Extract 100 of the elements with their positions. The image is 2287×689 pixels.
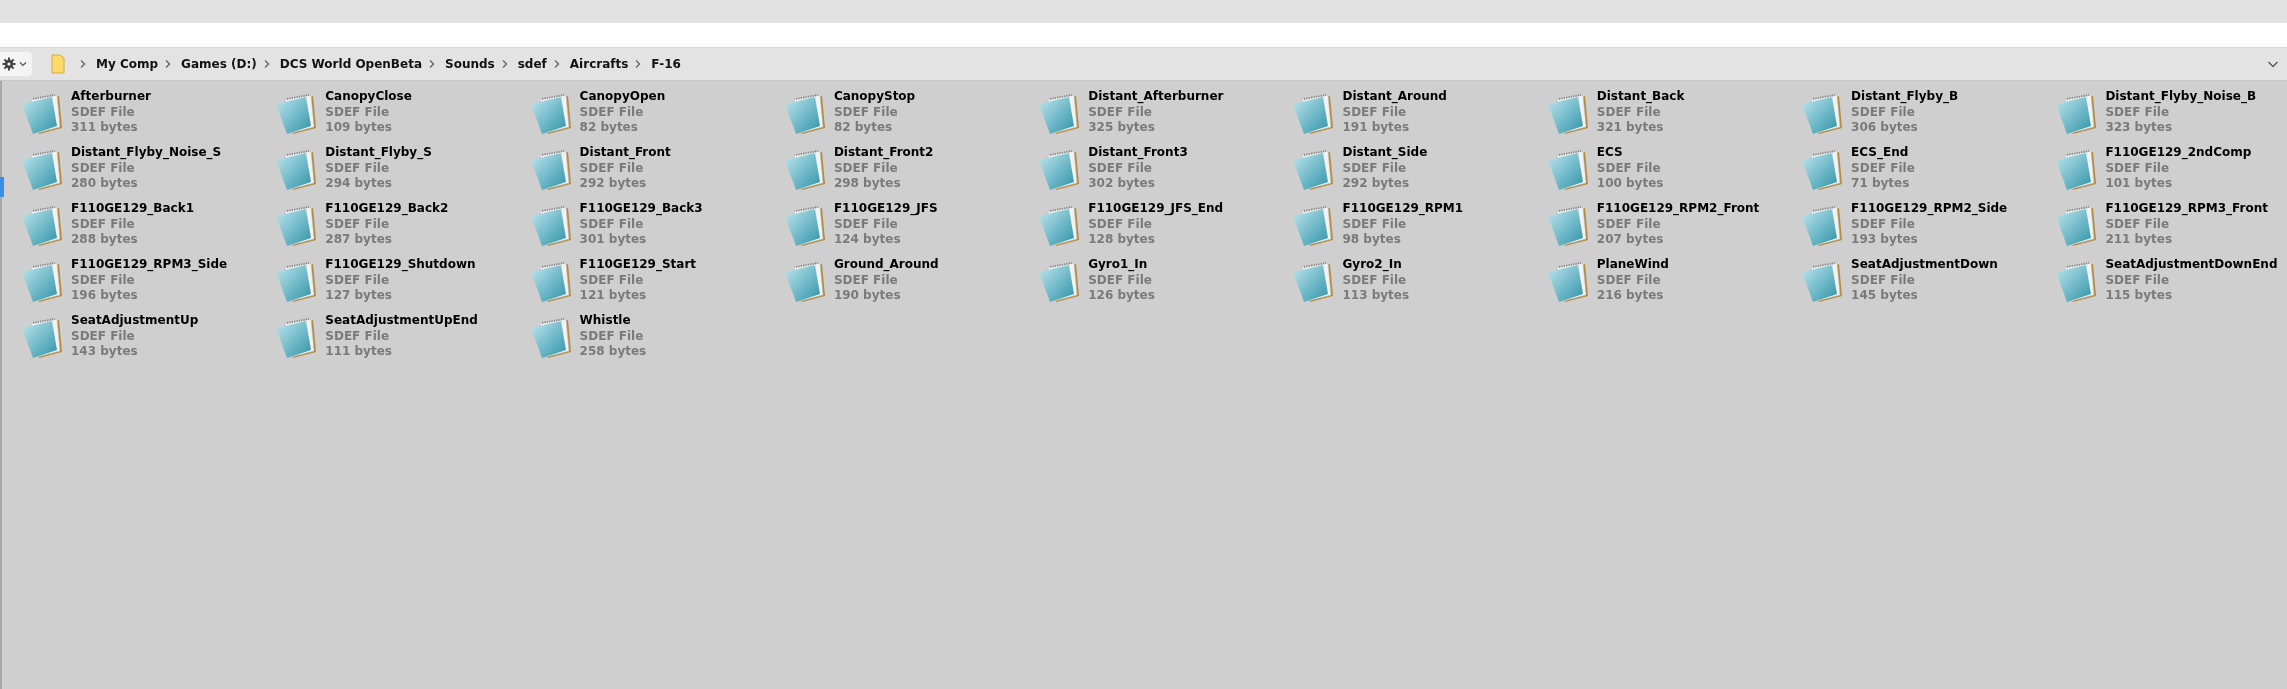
file-type: SDEF File	[579, 216, 645, 232]
file-item[interactable]: CanopyOpen SDEF File 82 bytes	[527, 88, 782, 144]
file-item[interactable]: SeatAdjustmentUp SDEF File 143 bytes	[19, 312, 274, 368]
file-type: SDEF File	[579, 272, 645, 288]
file-item[interactable]: Distant_Flyby_B SDEF File 306 bytes	[1799, 88, 2054, 144]
file-size: 306 bytes	[1851, 120, 1919, 136]
file-name: Distant_Front2	[833, 145, 934, 161]
chevron-icon	[79, 59, 87, 69]
file-item[interactable]: F110GE129_2ndComp SDEF File 101 bytes	[2053, 144, 2287, 200]
file-size: 101 bytes	[2105, 176, 2174, 192]
file-item[interactable]: F110GE129_Start SDEF File 121 bytes	[527, 256, 782, 312]
file-size: 323 bytes	[2105, 120, 2174, 136]
breadcrumb-item[interactable]: My Comp	[96, 57, 159, 71]
file-item[interactable]: SeatAdjustmentDownEnd SDEF File 115 bytes	[2053, 256, 2287, 312]
file-name: SeatAdjustmentUp	[71, 313, 199, 329]
settings-button[interactable]	[0, 52, 32, 76]
file-name: F110GE129_Start	[579, 257, 697, 273]
breadcrumb-item[interactable]: F-16	[651, 57, 681, 71]
file-size: 193 bytes	[1851, 232, 1919, 248]
file-item[interactable]: F110GE129_RPM2_Front SDEF File 207 bytes	[1544, 200, 1800, 256]
file-item[interactable]: Ground_Around SDEF File 190 bytes	[781, 256, 1037, 312]
file-item[interactable]: F110GE129_JFS SDEF File 124 bytes	[781, 200, 1037, 256]
file-type: SDEF File	[833, 160, 899, 176]
file-type: SDEF File	[1342, 104, 1408, 120]
breadcrumb-item[interactable]: sdef	[517, 57, 547, 71]
file-size: 287 bytes	[325, 232, 393, 248]
file-item[interactable]: PlaneWind SDEF File 216 bytes	[1544, 256, 1800, 312]
file-type: SDEF File	[325, 160, 391, 176]
file-item[interactable]: SeatAdjustmentUpEnd SDEF File 111 bytes	[273, 312, 528, 368]
file-name: F110GE129_Back2	[325, 201, 449, 217]
file-name: Distant_Flyby_B	[1851, 89, 1959, 105]
file-name: Gyro1_In	[1088, 257, 1149, 273]
file-item[interactable]: F110GE129_RPM3_Side SDEF File 196 bytes	[19, 256, 274, 312]
breadcrumb-item[interactable]: Aircrafts	[569, 57, 629, 71]
file-name: F110GE129_Back1	[71, 201, 195, 217]
file-item[interactable]: F110GE129_Shutdown SDEF File 127 bytes	[273, 256, 528, 312]
file-item[interactable]: Distant_Back SDEF File 321 bytes	[1544, 88, 1800, 144]
file-name: ECS_End	[1851, 145, 1910, 161]
file-name: Distant_Flyby_S	[325, 145, 432, 161]
file-item[interactable]: SeatAdjustmentDown SDEF File 145 bytes	[1799, 256, 2054, 312]
file-name: Gyro2_In	[1342, 257, 1403, 273]
file-item[interactable]: CanopyStop SDEF File 82 bytes	[781, 88, 1037, 144]
file-name: F110GE129_Back3	[579, 201, 703, 217]
file-name: Distant_Front	[579, 145, 671, 161]
file-item[interactable]: Whistle SDEF File 258 bytes	[527, 312, 782, 368]
file-name: Whistle	[579, 313, 632, 329]
file-size: 207 bytes	[1596, 232, 1665, 248]
file-type: SDEF File	[579, 160, 645, 176]
file-type: SDEF File	[1596, 216, 1662, 232]
file-item[interactable]: Distant_Flyby_S SDEF File 294 bytes	[273, 144, 528, 200]
file-size: 82 bytes	[579, 120, 639, 136]
file-type: SDEF File	[1088, 216, 1153, 232]
file-name: Distant_Front3	[1088, 145, 1188, 161]
file-item[interactable]: F110GE129_RPM2_Side SDEF File 193 bytes	[1799, 200, 2054, 256]
file-size: 292 bytes	[579, 176, 648, 192]
file-type: SDEF File	[2105, 160, 2171, 176]
file-size: 121 bytes	[579, 288, 648, 304]
file-size: 288 bytes	[71, 232, 139, 248]
file-name: F110GE129_JFS_End	[1088, 201, 1224, 217]
file-item[interactable]: F110GE129_Back2 SDEF File 287 bytes	[273, 200, 528, 256]
file-item[interactable]: F110GE129_RPM1 SDEF File 98 bytes	[1290, 200, 1545, 256]
file-item[interactable]: Gyro2_In SDEF File 113 bytes	[1290, 256, 1545, 312]
file-size: 298 bytes	[833, 176, 902, 192]
file-item[interactable]: Gyro1_In SDEF File 126 bytes	[1036, 256, 1291, 312]
file-name: Ground_Around	[833, 257, 939, 273]
file-type: SDEF File	[1851, 216, 1916, 232]
breadcrumb-item[interactable]: Sounds	[445, 57, 495, 71]
file-name: SeatAdjustmentUpEnd	[325, 313, 478, 329]
file-size: 82 bytes	[833, 120, 894, 136]
file-item[interactable]: Distant_Flyby_Noise_S SDEF File 280 bytes	[19, 144, 274, 200]
file-type: SDEF File	[325, 216, 391, 232]
chevron-icon	[262, 59, 271, 69]
file-item[interactable]: Afterburner SDEF File 311 bytes	[19, 88, 274, 144]
file-item[interactable]: Distant_Flyby_Noise_B SDEF File 323 bytes	[2053, 88, 2287, 144]
breadcrumb-item[interactable]: Games (D:)	[181, 57, 257, 71]
file-item[interactable]: CanopyClose SDEF File 109 bytes	[273, 88, 528, 144]
file-item[interactable]: F110GE129_Back3 SDEF File 301 bytes	[527, 200, 782, 256]
file-item[interactable]: ECS_End SDEF File 71 bytes	[1799, 144, 2054, 200]
file-item[interactable]: Distant_Front SDEF File 292 bytes	[527, 144, 782, 200]
file-item[interactable]: ECS SDEF File 100 bytes	[1544, 144, 1800, 200]
file-size: 190 bytes	[833, 288, 902, 304]
file-item[interactable]: Distant_Afterburner SDEF File 325 bytes	[1036, 88, 1291, 144]
file-item[interactable]: F110GE129_JFS_End SDEF File 128 bytes	[1036, 200, 1291, 256]
file-item[interactable]: F110GE129_Back1 SDEF File 288 bytes	[19, 200, 274, 256]
file-size: 292 bytes	[1342, 176, 1411, 192]
file-item[interactable]: F110GE129_RPM3_Front SDEF File 211 bytes	[2053, 200, 2287, 256]
file-item[interactable]: Distant_Side SDEF File 292 bytes	[1290, 144, 1545, 200]
file-name: F110GE129_Shutdown	[325, 257, 476, 273]
file-item[interactable]: Distant_Around SDEF File 191 bytes	[1290, 88, 1545, 144]
file-type: SDEF File	[71, 216, 136, 232]
file-item[interactable]: Distant_Front2 SDEF File 298 bytes	[781, 144, 1037, 200]
file-size: 325 bytes	[1088, 120, 1156, 136]
file-item[interactable]: Distant_Front3 SDEF File 302 bytes	[1036, 144, 1291, 200]
file-size: 302 bytes	[1088, 176, 1156, 192]
dropdown-caret-icon[interactable]	[2267, 59, 2279, 69]
file-size: 258 bytes	[579, 344, 647, 360]
breadcrumb-item[interactable]: DCS World OpenBeta	[279, 57, 422, 71]
file-size: 111 bytes	[325, 344, 393, 360]
file-size: 294 bytes	[325, 176, 393, 192]
file-size: 100 bytes	[1596, 176, 1664, 192]
